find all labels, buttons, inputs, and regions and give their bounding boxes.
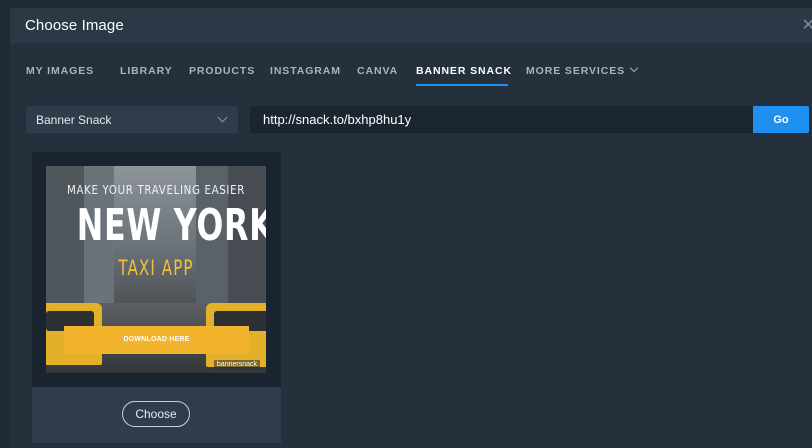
banner-headline: NEW YORK bbox=[76, 200, 266, 251]
chevron-down-icon bbox=[217, 112, 228, 123]
tab-more-services[interactable]: MORE SERVICES bbox=[526, 63, 639, 77]
tab-more-services-label: MORE SERVICES bbox=[526, 65, 626, 77]
tab-products[interactable]: PRODUCTS bbox=[189, 65, 255, 77]
image-result-card: MAKE YOUR TRAVELING EASIER NEW YORK TAXI… bbox=[32, 152, 281, 443]
banner-thumbnail[interactable]: MAKE YOUR TRAVELING EASIER NEW YORK TAXI… bbox=[46, 166, 266, 373]
banner-brand-logo: bannersnack bbox=[213, 360, 260, 369]
close-icon[interactable]: ✕ bbox=[802, 15, 812, 35]
source-select[interactable]: Banner Snack bbox=[26, 106, 238, 133]
choose-button[interactable]: Choose bbox=[122, 401, 190, 427]
thumbnail-frame: MAKE YOUR TRAVELING EASIER NEW YORK TAXI… bbox=[32, 152, 281, 387]
tab-instagram[interactable]: INSTAGRAM bbox=[270, 65, 341, 77]
go-button[interactable]: Go bbox=[753, 106, 809, 133]
chevron-down-icon bbox=[629, 63, 639, 73]
active-tab-indicator bbox=[416, 84, 508, 86]
tab-library[interactable]: LIBRARY bbox=[120, 65, 173, 77]
source-tabs: MY IMAGES LIBRARY PRODUCTS INSTAGRAM CAN… bbox=[10, 43, 812, 87]
banner-cta: DOWNLOAD HERE bbox=[64, 326, 249, 354]
banner-subheadline: TAXI APP bbox=[118, 256, 194, 280]
banner-top-line: MAKE YOUR TRAVELING EASIER bbox=[66, 182, 246, 197]
tab-my-images[interactable]: MY IMAGES bbox=[26, 65, 94, 77]
tab-canva[interactable]: CANVA bbox=[357, 65, 398, 77]
source-select-value: Banner Snack bbox=[36, 113, 112, 127]
tab-banner-snack[interactable]: BANNER SNACK bbox=[416, 65, 512, 77]
dialog-titlebar: Choose Image ✕ bbox=[10, 8, 812, 43]
choose-image-dialog: Choose Image ✕ MY IMAGES LIBRARY PRODUCT… bbox=[10, 8, 812, 448]
dialog-title: Choose Image bbox=[25, 17, 124, 34]
url-input[interactable] bbox=[250, 106, 753, 133]
